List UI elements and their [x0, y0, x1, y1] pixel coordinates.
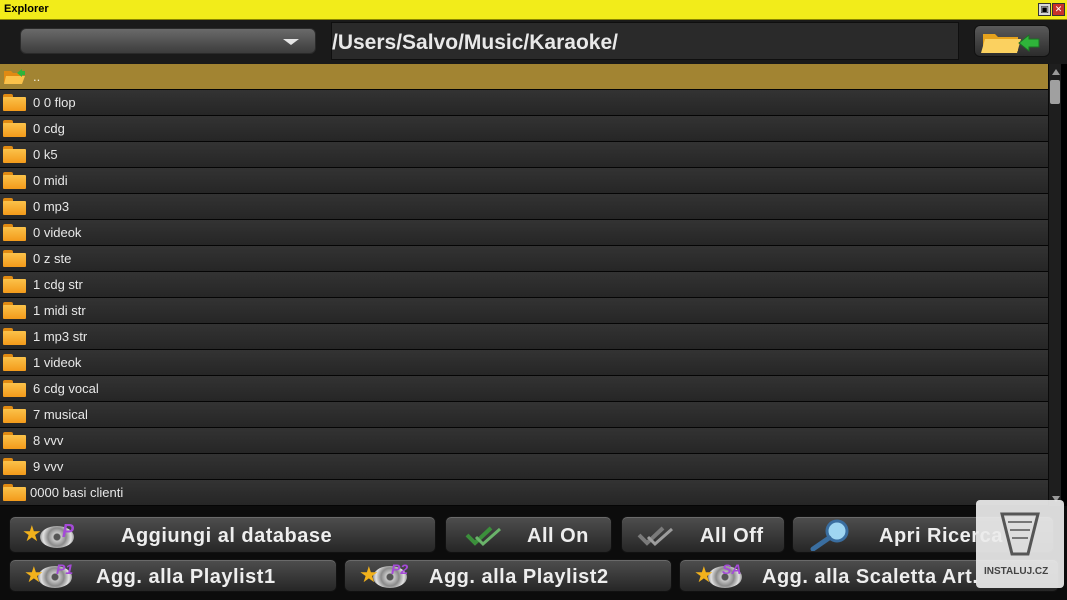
folder-icon: [3, 146, 26, 163]
folder-label: 1 cdg str: [33, 277, 83, 292]
folder-icon: [3, 380, 26, 397]
folder-label: 0 cdg: [33, 121, 65, 136]
folder-row[interactable]: 1 cdg str: [0, 272, 1048, 298]
folder-label: 1 mp3 str: [33, 329, 88, 344]
folder-label: 0 videok: [33, 225, 82, 240]
list-scrollbar[interactable]: [1048, 64, 1061, 506]
database-disc-icon: ★ P: [22, 521, 75, 548]
folder-row[interactable]: 6 cdg vocal: [0, 376, 1048, 402]
add-to-database-button[interactable]: ★ P Aggiungi al database: [9, 516, 436, 553]
playlist2-disc-icon: ★ P2: [359, 561, 409, 588]
badge-p1: P1: [56, 561, 74, 577]
folder-row[interactable]: 9 vvv: [0, 454, 1048, 480]
add-to-database-label: Aggiungi al database: [121, 525, 333, 547]
folder-up-icon: [981, 33, 1040, 53]
folder-row[interactable]: 0 mp3: [0, 194, 1048, 220]
drive-dropdown[interactable]: [20, 28, 316, 54]
folder-icon: [3, 250, 26, 267]
all-on-label: All On: [527, 525, 589, 547]
folder-row[interactable]: 7 musical: [0, 402, 1048, 428]
add-to-playlist2-button[interactable]: ★ P2 Agg. alla Playlist2: [344, 559, 672, 592]
file-list[interactable]: .. 0 0 flop 0 cdg 0 k5 0 midi 0 mp3 0 videok 0…: [0, 64, 1048, 506]
window-titlebar: Explorer ▣ ✕: [0, 0, 1067, 20]
playlist1-disc-icon: ★ P1: [24, 561, 74, 588]
scaletta-disc-icon: ★ SA: [694, 561, 742, 588]
folder-icon: [3, 484, 26, 501]
add-to-playlist2-label: Agg. alla Playlist2: [429, 566, 609, 588]
add-to-playlist1-label: Agg. alla Playlist1: [96, 566, 276, 588]
folder-label: 9 vvv: [33, 459, 64, 474]
folder-row[interactable]: 0 z ste: [0, 246, 1048, 272]
folder-icon: [3, 94, 26, 111]
folder-icon: [3, 354, 26, 371]
folder-up-button[interactable]: [974, 25, 1050, 57]
all-off-button[interactable]: All Off: [621, 516, 785, 553]
chevron-down-icon: [283, 39, 299, 45]
parent-folder-label: ..: [33, 69, 41, 84]
folder-row[interactable]: 0 midi: [0, 168, 1048, 194]
folder-icon: [3, 172, 26, 189]
folder-label: 8 vvv: [33, 433, 64, 448]
all-off-label: All Off: [700, 525, 764, 547]
action-bar: ★ P Aggiungi al database All On All Off …: [0, 506, 1067, 600]
folder-label: 6 cdg vocal: [33, 381, 99, 396]
badge-p: P: [62, 521, 75, 541]
folder-label: 0 midi: [33, 173, 68, 188]
folder-row[interactable]: 1 videok: [0, 350, 1048, 376]
folder-row[interactable]: 0 videok: [0, 220, 1048, 246]
folder-icon: [3, 432, 26, 449]
folder-row[interactable]: 0 k5: [0, 142, 1048, 168]
folder-icon: [3, 458, 26, 475]
folder-row[interactable]: 8 vvv: [0, 428, 1048, 454]
restore-button[interactable]: ▣: [1038, 3, 1051, 16]
folder-label: 7 musical: [33, 407, 88, 422]
add-to-playlist1-button[interactable]: ★ P1 Agg. alla Playlist1: [9, 559, 337, 592]
folder-label: 0000 basi clienti: [30, 485, 124, 500]
folder-label: 0 z ste: [33, 251, 72, 266]
all-on-button[interactable]: All On: [445, 516, 612, 553]
toolbar: /Users/Salvo/Music/Karaoke/: [0, 20, 1067, 64]
close-button[interactable]: ✕: [1052, 3, 1065, 16]
folder-icon: [3, 302, 26, 319]
folder-icon: [3, 406, 26, 423]
folder-label: 0 k5: [33, 147, 58, 162]
badge-p2: P2: [391, 561, 409, 577]
folder-row[interactable]: 0000 basi clienti: [0, 480, 1048, 506]
folder-label: 1 midi str: [33, 303, 86, 318]
folder-row[interactable]: 1 midi str: [0, 298, 1048, 324]
watermark: INSTALUJ.CZ: [976, 500, 1064, 588]
folder-label: 0 mp3: [33, 199, 70, 214]
check-on-icon: [465, 526, 501, 547]
scroll-thumb[interactable]: [1050, 80, 1060, 104]
badge-sa: SA: [722, 561, 742, 577]
magnifier-icon: [810, 519, 849, 551]
folder-icon: [3, 224, 26, 241]
folder-row[interactable]: 0 cdg: [0, 116, 1048, 142]
folder-row[interactable]: 0 0 flop: [0, 90, 1048, 116]
scroll-up-arrow[interactable]: [1052, 69, 1060, 75]
path-text: /Users/Salvo/Music/Karaoke/: [332, 31, 618, 54]
open-folder-icon: [4, 69, 25, 84]
folder-icon: [3, 120, 26, 137]
folder-row[interactable]: 1 mp3 str: [0, 324, 1048, 350]
check-off-icon: [637, 526, 673, 547]
add-to-scaletta-label: Agg. alla Scaletta Art.: [762, 566, 979, 588]
folder-icon: [3, 276, 26, 293]
folder-icon: [3, 328, 26, 345]
folder-label: 1 videok: [33, 355, 82, 370]
folder-icon: [3, 198, 26, 215]
watermark-logo-icon: [1000, 512, 1040, 556]
window-title: Explorer: [4, 3, 49, 15]
path-field[interactable]: /Users/Salvo/Music/Karaoke/: [331, 22, 959, 60]
folder-label: 0 0 flop: [33, 95, 76, 110]
watermark-text: INSTALUJ.CZ: [984, 566, 1049, 577]
parent-folder-row[interactable]: ..: [0, 64, 1048, 90]
